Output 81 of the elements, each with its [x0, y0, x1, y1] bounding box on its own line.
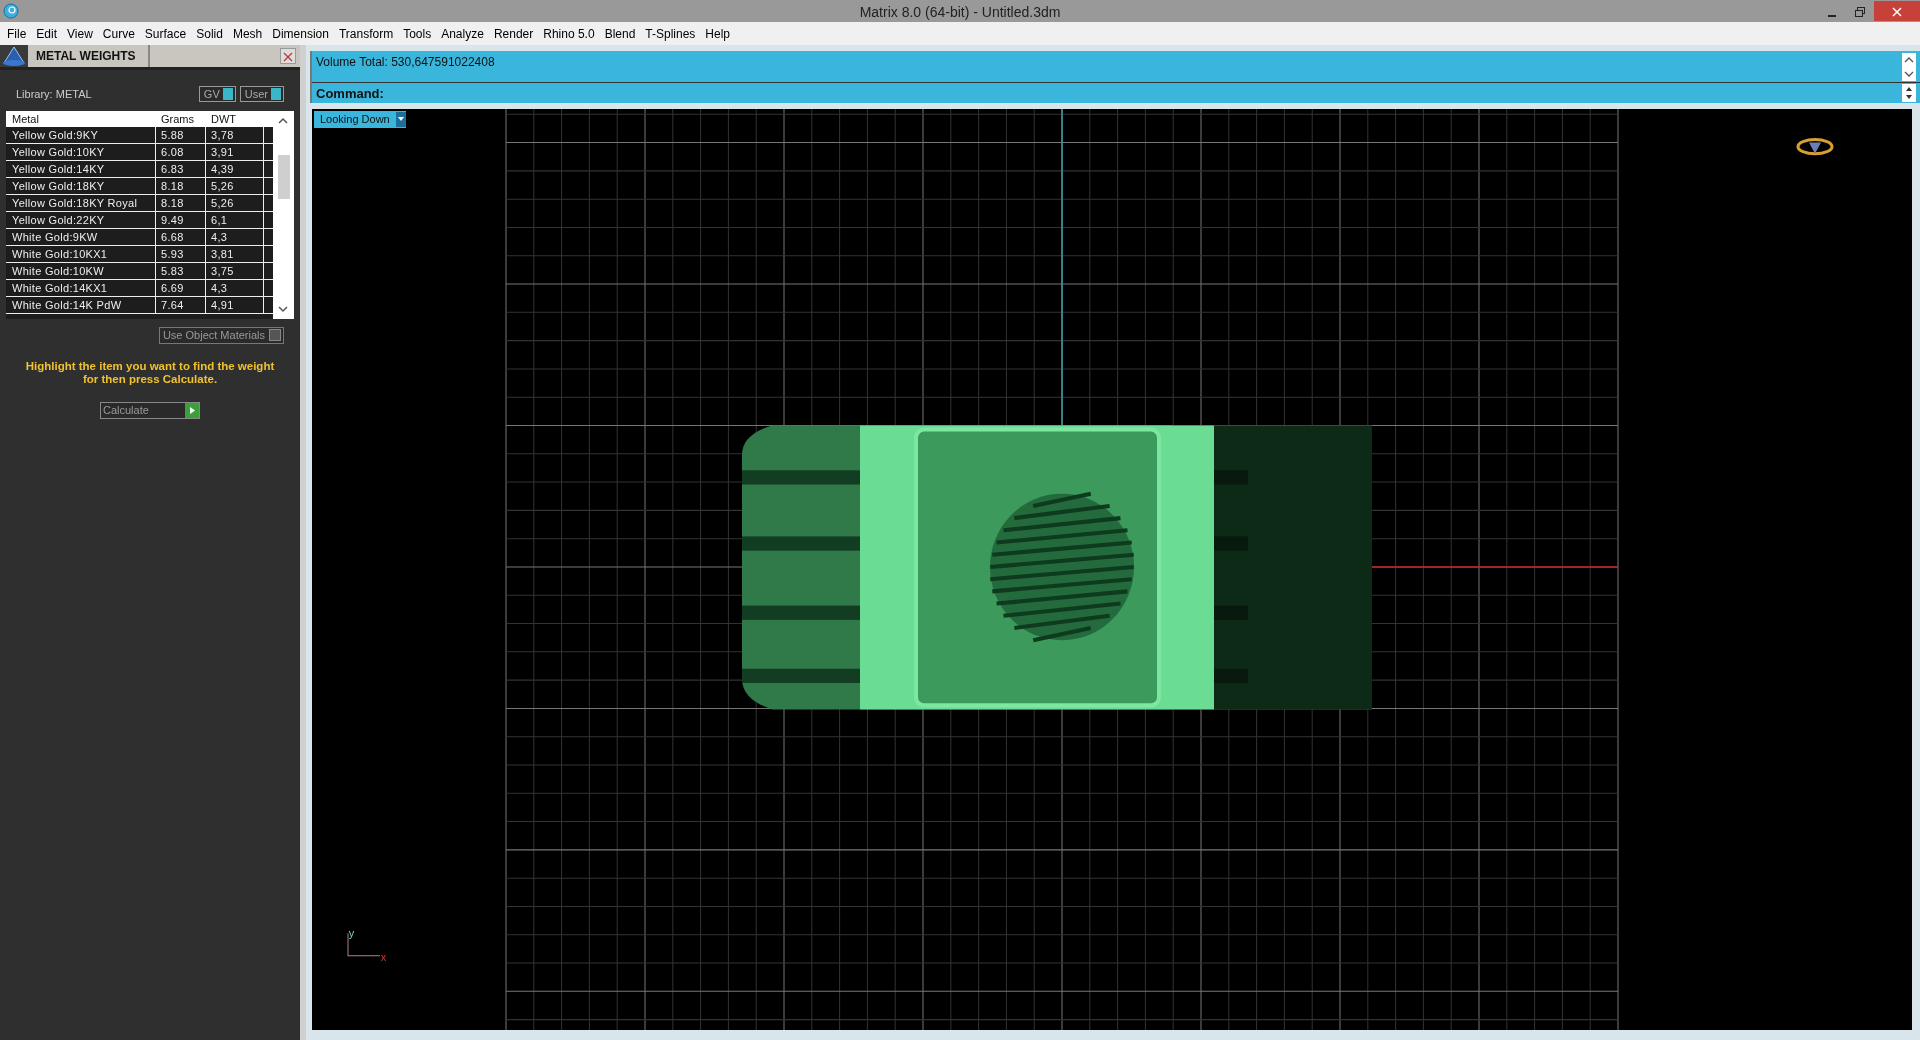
close-icon: [1892, 6, 1902, 17]
column-header[interactable]: Metal: [6, 110, 156, 128]
table-cell[interactable]: 3,75: [206, 263, 264, 280]
table-cell[interactable]: Yellow Gold:14KY: [6, 161, 156, 178]
table-cell[interactable]: 5,26: [206, 178, 264, 195]
menu-item[interactable]: Mesh: [227, 24, 268, 43]
menu-item[interactable]: Tools: [398, 24, 437, 43]
calculate-button[interactable]: Calculate: [100, 401, 200, 419]
table-cell[interactable]: Yellow Gold:22KY: [6, 212, 156, 229]
table-cell[interactable]: 6.68: [156, 229, 206, 246]
table-cell[interactable]: 3,81: [206, 246, 264, 263]
view-dropdown[interactable]: Looking Down: [314, 111, 406, 128]
panel-title: METAL WEIGHTS: [28, 45, 148, 67]
restore-icon: [1855, 6, 1865, 17]
table-cell[interactable]: 9.49: [156, 212, 206, 229]
menu-item[interactable]: T-Splines: [640, 24, 701, 43]
command-history: Volume Total: 530,647591022408: [316, 54, 495, 71]
table-cell[interactable]: White Gold:10KX1: [6, 246, 156, 263]
table-cell[interactable]: White Gold:9KW: [6, 229, 156, 246]
table-cell[interactable]: 3,78: [206, 127, 264, 144]
minimize-icon: [1828, 14, 1836, 17]
library-label: Library: METAL: [16, 87, 92, 102]
toggle-button[interactable]: User: [239, 86, 284, 103]
menu-item[interactable]: Render: [488, 24, 539, 43]
menu-item[interactable]: File: [2, 24, 32, 43]
scroll-up-icon[interactable]: [278, 116, 288, 125]
table-cell[interactable]: 6.08: [156, 144, 206, 161]
table-cell[interactable]: Yellow Gold:9KY: [6, 127, 156, 144]
axis-label: x: [380, 949, 387, 965]
table-cell[interactable]: 5.88: [156, 127, 206, 144]
table-cell[interactable]: 4,3: [206, 229, 264, 246]
menu-item[interactable]: Curve: [97, 24, 140, 43]
table-cell[interactable]: Yellow Gold:10KY: [6, 144, 156, 161]
table-cell[interactable]: 5,26: [206, 195, 264, 212]
scroll-down-icon[interactable]: [278, 304, 288, 313]
table-cell[interactable]: 6.83: [156, 161, 206, 178]
menu-item[interactable]: Transform: [333, 24, 399, 43]
scrollbar-thumb[interactable]: [278, 154, 290, 199]
table-cell[interactable]: Yellow Gold:18KY: [6, 178, 156, 195]
table-cell[interactable]: 6.69: [156, 280, 206, 297]
axis-indicator-icon: [347, 932, 381, 957]
menu-item[interactable]: Help: [700, 24, 736, 43]
table-cell[interactable]: White Gold:10KW: [6, 263, 156, 280]
window-title: Matrix 8.0 (64-bit) - Untitled.3dm: [859, 3, 1061, 22]
table-cell[interactable]: 5.93: [156, 246, 206, 263]
column-header[interactable]: DWT: [206, 110, 264, 128]
table-cell[interactable]: 3,91: [206, 144, 264, 161]
table-cell[interactable]: 4,91: [206, 297, 264, 314]
menu-item[interactable]: Surface: [139, 24, 192, 43]
close-icon: [283, 51, 293, 62]
app-logo-icon: [3, 3, 19, 19]
menu-item[interactable]: Dimension: [267, 24, 334, 43]
menu-item[interactable]: Analyze: [436, 24, 489, 43]
table-cell[interactable]: White Gold:14K PdW: [6, 297, 156, 314]
menu-item[interactable]: Rhino 5.0: [538, 24, 600, 43]
table-cell[interactable]: Yellow Gold:18KY Royal: [6, 195, 156, 212]
scale-icon: [0, 45, 28, 67]
table-cell[interactable]: 8.18: [156, 195, 206, 212]
table-cell[interactable]: 6,1: [206, 212, 264, 229]
table-cell[interactable]: 8.18: [156, 178, 206, 195]
table-cell[interactable]: 7.64: [156, 297, 206, 314]
play-icon: [185, 402, 199, 418]
column-header[interactable]: Grams: [156, 110, 206, 128]
command-prompt: Command:: [316, 85, 384, 102]
table-cell[interactable]: 4,39: [206, 161, 264, 178]
table-cell[interactable]: White Gold:14KX1: [6, 280, 156, 297]
table-cell[interactable]: 4,3: [206, 280, 264, 297]
menu-item[interactable]: View: [62, 24, 98, 43]
table-cell[interactable]: 5.83: [156, 263, 206, 280]
close-button[interactable]: [280, 48, 296, 64]
use-object-materials-checkbox[interactable]: Use Object Materials: [158, 326, 284, 344]
menu-item[interactable]: Blend: [599, 24, 641, 43]
axis-label: y: [348, 926, 355, 941]
scroll-arrows-icon[interactable]: [1902, 53, 1916, 81]
spin-arrows-icon[interactable]: [1902, 84, 1916, 102]
menu-item[interactable]: Solid: [191, 24, 228, 43]
instruction-text: Highlight the item you want to find the weight for then press Calculate.: [24, 358, 276, 386]
caret-icon: [395, 112, 406, 127]
toggle-button[interactable]: GV: [198, 86, 236, 103]
navigation-widget-icon[interactable]: [1796, 138, 1834, 156]
menu-item[interactable]: Edit: [31, 24, 63, 43]
